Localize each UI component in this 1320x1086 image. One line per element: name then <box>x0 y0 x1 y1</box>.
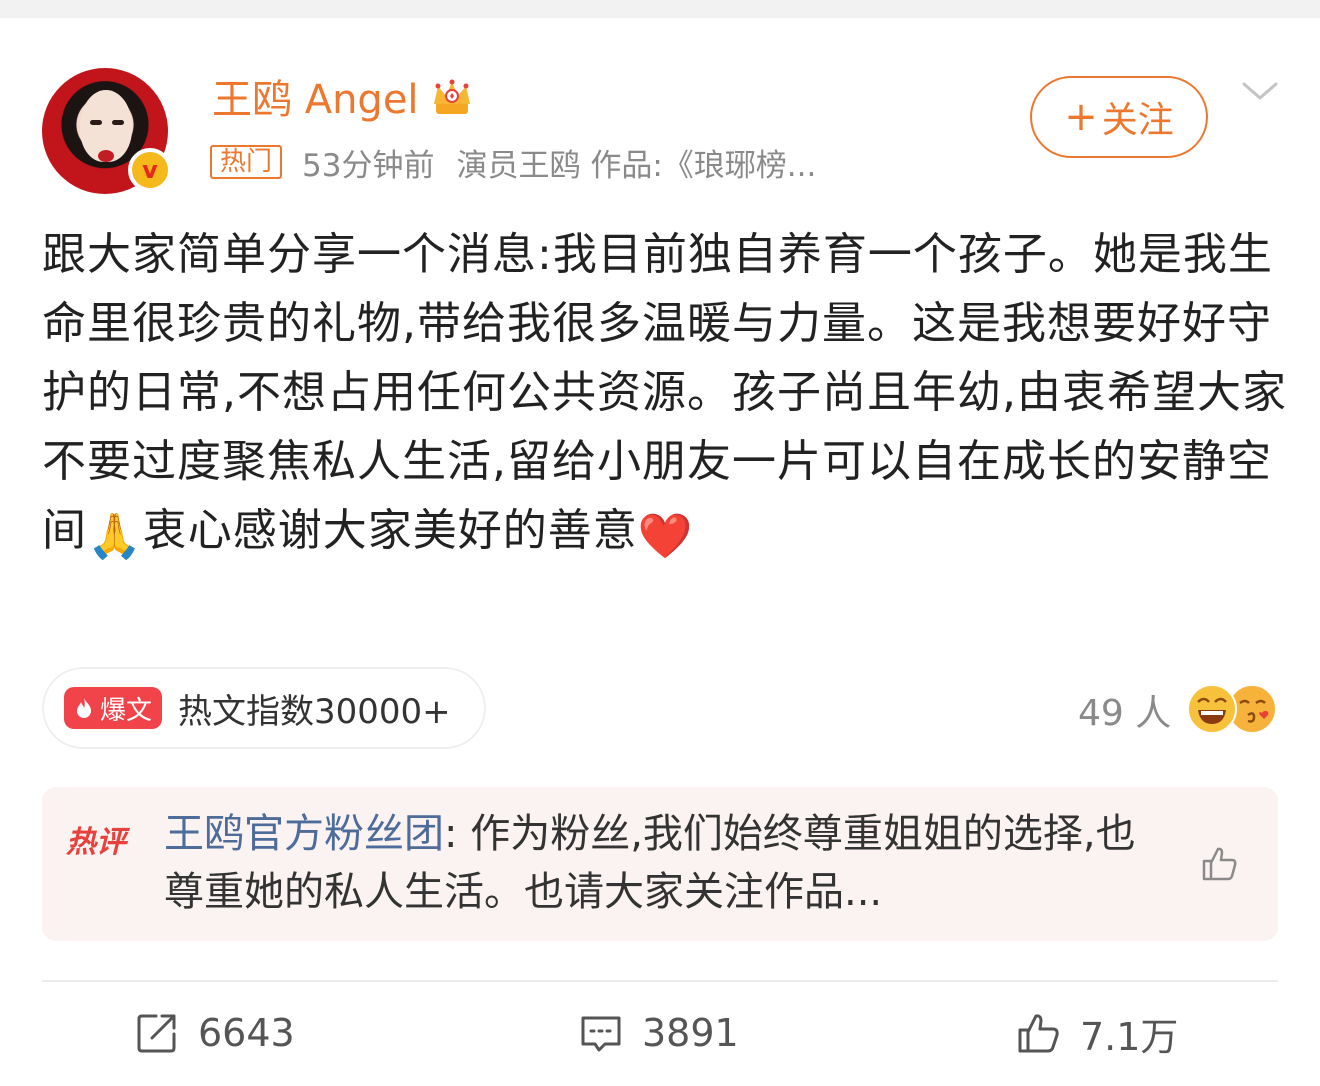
heart-emoji: ❤️ <box>637 511 694 562</box>
hot-comment-body: 王鸥官方粉丝团: 作为粉丝,我们始终尊重姐姐的选择,也尊重她的私人生活。也请大家… <box>164 805 1154 921</box>
boom-label: 爆文 <box>100 695 153 726</box>
post-meta: 热门 53分钟前 演员王鸥 作品:《琅琊榜... <box>210 140 816 184</box>
hot-index-pill[interactable]: 爆文 热文指数30000+ <box>42 667 486 749</box>
chevron-down-icon[interactable] <box>1240 76 1280 106</box>
like-count: 7.1万 <box>1080 1014 1179 1059</box>
post-time: 53分钟前 <box>302 147 435 184</box>
comment-count: 3891 <box>642 1011 739 1055</box>
hot-index-text: 热文指数30000+ <box>178 691 451 732</box>
repost-icon <box>137 1014 176 1053</box>
reaction-count[interactable]: 49 人 <box>1078 684 1171 736</box>
post-text-part2: 衷心感谢大家美好的善意 <box>142 505 638 556</box>
laughing-face-icon[interactable] <box>1186 683 1238 735</box>
hot-comment-author[interactable]: 王鸥官方粉丝团 <box>164 811 444 857</box>
like-icon <box>1018 1014 1059 1053</box>
flame-icon <box>77 698 91 718</box>
divider <box>42 980 1278 982</box>
hot-tag: 热门 <box>210 145 283 179</box>
avatar-lips <box>98 150 114 162</box>
avatar-eye-left <box>90 120 102 125</box>
hot-comment[interactable]: 热评 王鸥官方粉丝团: 作为粉丝,我们始终尊重姐姐的选择,也尊重她的私人生活。也… <box>42 787 1278 941</box>
avatar-eye-right <box>112 120 124 125</box>
repost-count: 6643 <box>198 1011 295 1055</box>
post-source[interactable]: 演员王鸥 作品:《琅琊榜... <box>456 140 816 185</box>
follow-label: 关注 <box>1101 100 1174 141</box>
like-button[interactable]: 7.1万 <box>1016 1008 1179 1059</box>
boom-badge: 爆文 <box>64 687 163 729</box>
top-strip <box>0 0 1320 18</box>
plus-icon: + <box>1064 94 1098 140</box>
crown-icon <box>434 79 470 114</box>
post-text: 跟大家简单分享一个消息:我目前独自养育一个孩子。她是我生命里很珍贵的礼物,带给我… <box>42 220 1292 571</box>
username[interactable]: 王鸥 Angel <box>212 74 419 126</box>
pray-emoji: 🙏 <box>87 511 143 562</box>
thumbs-up-icon[interactable] <box>1198 841 1242 885</box>
follow-button[interactable]: + 关注 <box>1030 76 1208 158</box>
comment-icon <box>581 1016 621 1052</box>
v-badge-icon: v <box>128 148 172 192</box>
repost-button[interactable]: 6643 <box>134 1008 295 1058</box>
hot-comment-tag: 热评 <box>66 825 126 860</box>
comment-button[interactable]: 3891 <box>578 1008 739 1058</box>
